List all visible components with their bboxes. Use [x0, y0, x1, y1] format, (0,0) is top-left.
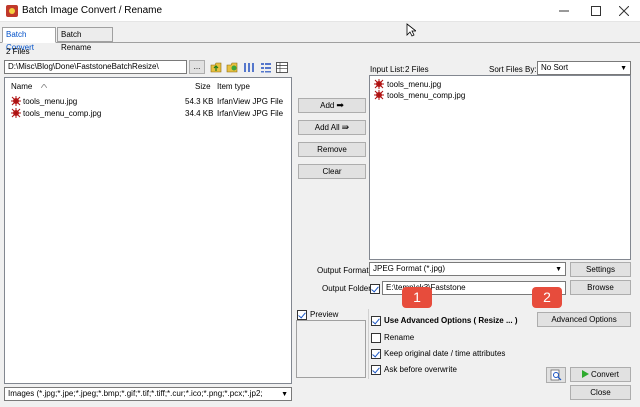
annotation-badge-2: 2	[532, 287, 562, 308]
advanced-options-checkbox[interactable]	[371, 316, 381, 326]
file-type: IrfanView JPG File	[217, 97, 284, 106]
mouse-cursor-icon	[406, 23, 416, 37]
folder-browse-button[interactable]: ...	[189, 60, 205, 74]
jpg-file-icon	[11, 96, 21, 106]
output-folder-checkbox[interactable]	[370, 284, 380, 294]
magnify-document-icon	[550, 369, 562, 381]
list-item[interactable]: tools_menu_comp.jpg	[374, 90, 574, 101]
keep-date-label: Keep original date / time attributes	[384, 349, 506, 358]
file-size: 34.4 KB	[185, 109, 214, 118]
input-file-list[interactable]: tools_menu.jpg tools_menu_comp.jpg	[369, 75, 631, 260]
tab-batch-rename[interactable]: Batch Rename	[57, 27, 113, 52]
window-title: Batch Image Convert / Rename	[22, 5, 163, 16]
tab-batch-convert[interactable]: Batch Convert	[2, 27, 56, 52]
annotation-badge-1: 1	[402, 287, 432, 308]
ask-overwrite-checkbox[interactable]	[371, 365, 381, 375]
input-list-count: 2 Files	[405, 65, 429, 74]
rename-label: Rename	[384, 333, 415, 342]
play-icon	[581, 370, 589, 378]
preview-checkbox[interactable]	[297, 310, 307, 320]
column-header-size[interactable]: Size	[195, 82, 211, 91]
remove-button[interactable]: Remove	[298, 142, 366, 157]
list-item[interactable]: tools_menu.jpg	[374, 79, 574, 90]
tab-strip-line	[0, 42, 640, 43]
settings-button[interactable]: Settings	[570, 262, 631, 277]
close-button[interactable]: Close	[570, 385, 631, 400]
convert-button[interactable]: Convert	[570, 367, 631, 382]
input-list-label: Input List:	[370, 65, 405, 74]
close-window-button[interactable]	[608, 0, 640, 22]
file-type: IrfanView JPG File	[217, 109, 284, 118]
preview-pane	[296, 320, 366, 378]
folder-up-icon[interactable]	[210, 61, 222, 73]
list-item-label: tools_menu_comp.jpg	[387, 91, 466, 100]
keep-date-checkbox[interactable]	[371, 349, 381, 359]
folder-path-input[interactable]: D:\Misc\Blog\Done\FaststoneBatchResize\	[4, 60, 187, 74]
advanced-options-button[interactable]: Advanced Options	[537, 312, 631, 327]
details-view-icon[interactable]	[276, 61, 288, 73]
add-all-button-label: Add All	[314, 123, 340, 132]
advanced-options-label: Use Advanced Options ( Resize ... )	[384, 316, 518, 325]
add-all-button[interactable]: Add All ⇛	[298, 120, 366, 135]
title-bar: Batch Image Convert / Rename	[0, 0, 640, 22]
add-button[interactable]: Add ➡	[298, 98, 366, 113]
chevron-down-icon: ▼	[279, 389, 288, 400]
preview-label: Preview	[310, 310, 339, 319]
table-row[interactable]: tools_menu.jpg 54.3 KB IrfanView JPG Fil…	[9, 95, 289, 107]
arrow-right-icon: ➡	[336, 100, 344, 110]
sort-files-select[interactable]: No Sort ▼	[537, 61, 631, 75]
thumbnail-view-icon[interactable]	[243, 61, 255, 73]
file-name: tools_menu_comp.jpg	[23, 109, 102, 118]
file-browser-list[interactable]: Name Size Item type tools_menu.jpg 54.3 …	[4, 77, 292, 384]
sort-files-label: Sort Files By:	[489, 65, 537, 74]
column-header-name[interactable]: Name	[11, 82, 32, 91]
output-format-select[interactable]: JPEG Format (*.jpg) ▼	[369, 262, 566, 276]
jpg-file-icon	[374, 79, 384, 89]
minimize-button[interactable]	[548, 0, 580, 22]
file-filter-value: Images (*.jpg;*.jpe;*.jpeg;*.bmp;*.gif;*…	[8, 389, 263, 398]
preview-output-button[interactable]	[546, 367, 566, 383]
new-folder-icon[interactable]	[226, 61, 238, 73]
file-size: 54.3 KB	[185, 97, 214, 106]
file-count-label: 2 Files	[6, 47, 30, 56]
app-icon	[6, 5, 18, 17]
file-filter-select[interactable]: Images (*.jpg;*.jpe;*.jpeg;*.bmp;*.gif;*…	[4, 387, 292, 401]
output-format-value: JPEG Format (*.jpg)	[373, 264, 446, 273]
convert-button-label: Convert	[590, 370, 619, 379]
list-item-label: tools_menu.jpg	[387, 80, 442, 89]
chevron-down-icon: ▼	[620, 65, 627, 72]
file-name: tools_menu.jpg	[23, 97, 78, 106]
minimize-icon	[559, 10, 569, 12]
table-row[interactable]: tools_menu_comp.jpg 34.4 KB IrfanView JP…	[9, 107, 289, 119]
chevron-down-icon: ▼	[555, 266, 562, 273]
sort-ascending-icon	[41, 84, 47, 88]
list-view-icon[interactable]	[260, 61, 272, 73]
jpg-file-icon	[374, 90, 384, 100]
column-header-type[interactable]: Item type	[217, 82, 250, 91]
jpg-file-icon	[11, 108, 21, 118]
rename-checkbox[interactable]	[371, 333, 381, 343]
sort-files-value: No Sort	[541, 63, 569, 72]
options-divider	[368, 309, 369, 379]
close-icon	[618, 5, 630, 17]
double-arrow-right-icon: ⇛	[341, 122, 350, 132]
clear-button[interactable]: Clear	[298, 164, 366, 179]
output-folder-label: Output Folder:	[322, 284, 374, 293]
output-format-label: Output Format:	[317, 266, 371, 275]
maximize-icon	[591, 6, 601, 16]
ask-overwrite-label: Ask before overwrite	[384, 365, 457, 374]
add-button-label: Add	[320, 101, 335, 110]
browse-output-button[interactable]: Browse	[570, 280, 631, 295]
